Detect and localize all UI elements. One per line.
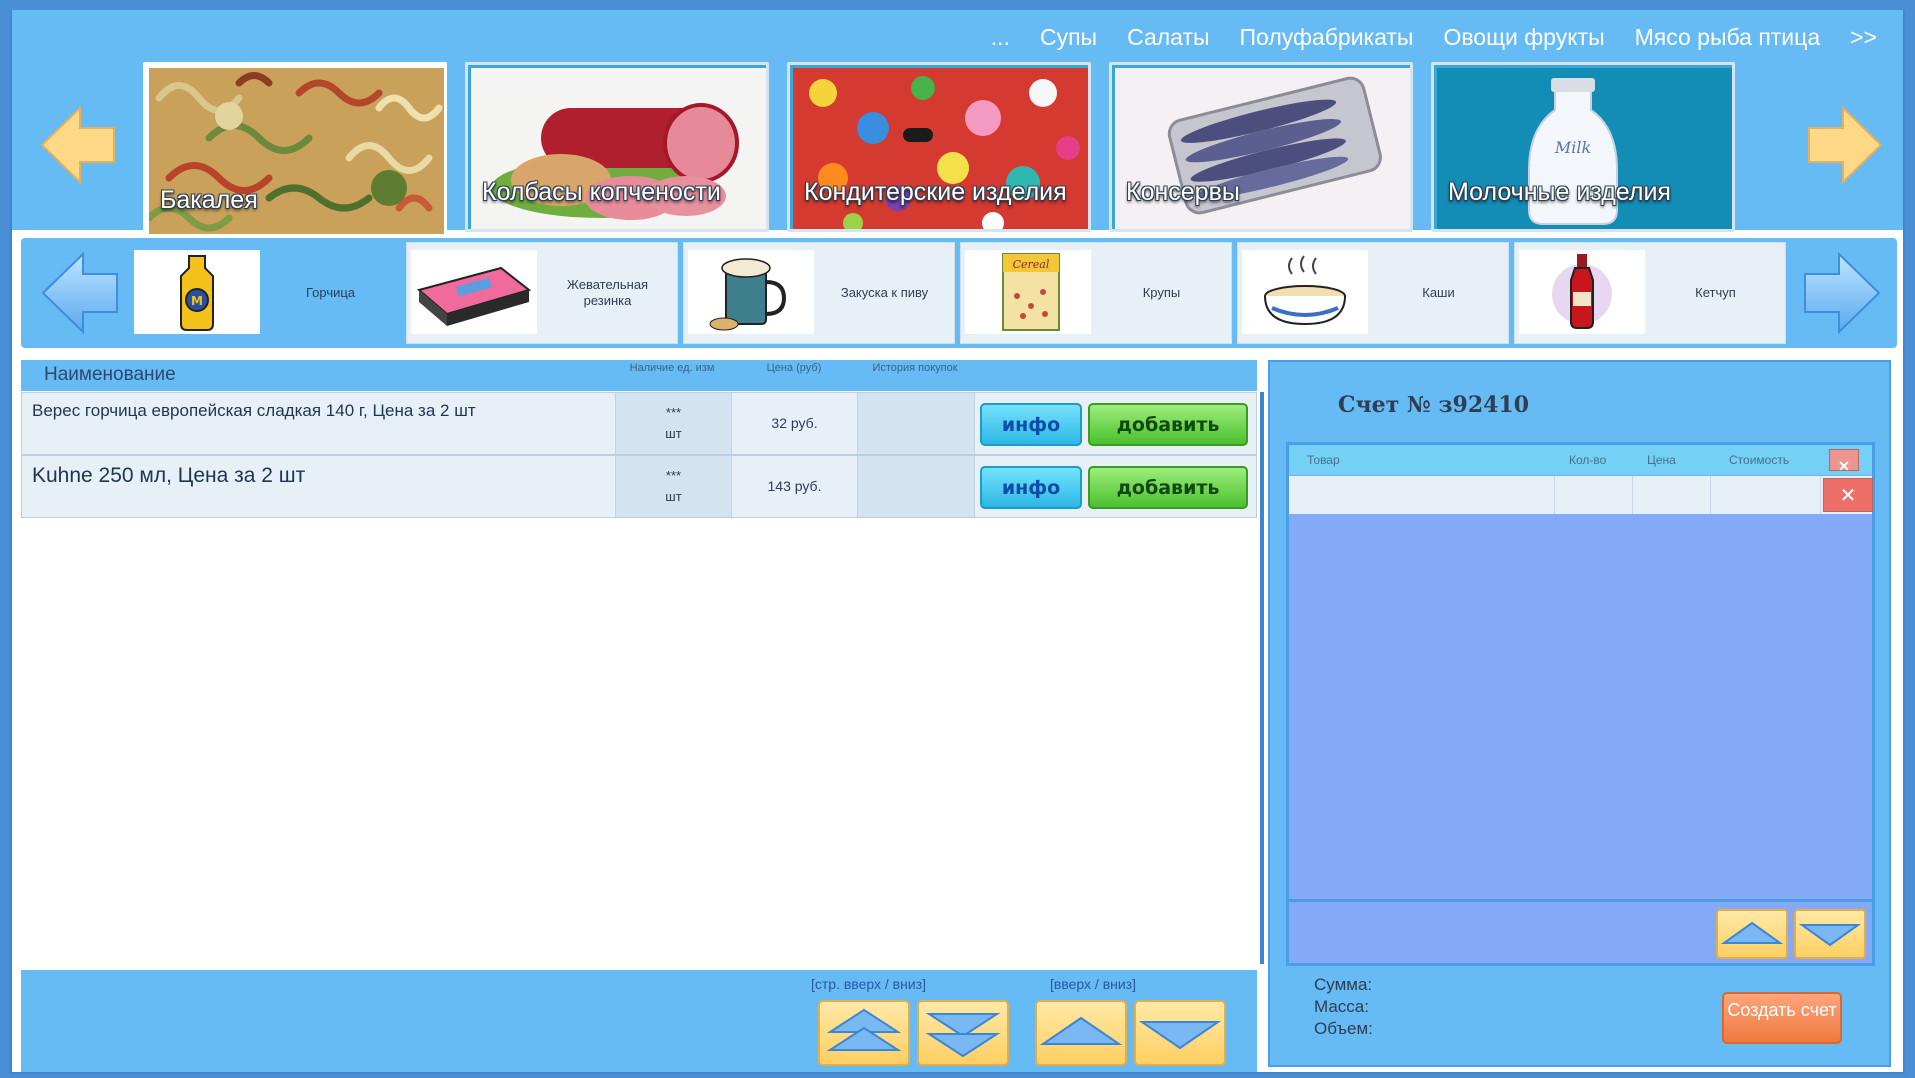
category-confectionery[interactable]: Кондитерские изделия [787,62,1091,232]
invoice-col-cost: Стоимость [1729,453,1790,467]
category-band: ... Супы Салаты Полуфабрикаты Овощи фрук… [12,10,1903,240]
top-nav-salads[interactable]: Салаты [1127,24,1209,51]
top-nav-more-right[interactable]: >> [1850,24,1877,51]
subcategory-band: M Горчица Жевательная резинка Закуска к … [21,238,1897,348]
category-label: Молочные изделия [1448,178,1671,206]
close-icon: ✕ [1839,483,1857,507]
product-history [858,393,975,454]
top-nav-more-left[interactable]: ... [991,24,1010,51]
top-nav-meat-fish-poultry[interactable]: Мясо рыба птица [1635,24,1821,51]
subcategory-mustard[interactable]: M Горчица [129,242,401,344]
top-nav-soups[interactable]: Супы [1040,24,1097,51]
subcategory-label: Крупы [1142,285,1181,300]
header-price: Цена (руб) [766,362,822,374]
product-stock: *** шт [616,456,732,517]
down-arrow-icon [1138,1021,1222,1050]
invoice-col-price: Цена [1647,453,1676,467]
volume-label: Объем: [1314,1019,1373,1038]
product-stock: *** шт [616,393,732,454]
info-button[interactable]: инфо [980,403,1082,446]
product-price: 143 руб. [732,456,858,517]
header-name: Наименование [44,364,176,385]
up-arrow-icon [1720,921,1784,944]
table-scrollbar[interactable] [1260,392,1264,964]
svg-text:Milk: Milk [1554,138,1591,157]
top-nav-semi-finished[interactable]: Полуфабрикаты [1240,24,1414,51]
porridge-bowl-icon [1242,250,1368,334]
pager-bar: [стр. вверх / вниз] [вверх / вниз] [21,970,1257,1072]
double-up-arrow-icon [826,1008,902,1051]
invoice-scroll-bar [1286,899,1875,966]
table-row[interactable]: Верес горчица европейская сладкая 140 г,… [21,392,1257,455]
subcategory-beer-snacks[interactable]: Закуска к пиву [683,242,955,344]
category-next-arrow-icon[interactable] [1805,100,1885,190]
invoice-panel: Счет № з92410 Товар Кол-во Цена Стоимост… [1268,360,1891,1067]
product-history [858,456,975,517]
add-button[interactable]: добавить [1088,466,1248,509]
product-name: Kuhne 250 мл, Цена за 2 шт [22,456,616,517]
page-up-button[interactable] [818,1000,910,1066]
cereal-box-icon: Cereal [965,250,1091,334]
down-arrow-icon [1798,924,1862,947]
ketchup-bottle-icon [1519,250,1645,334]
invoice-table[interactable]: Товар Кол-во Цена Стоимость ✕ ✕ [1286,442,1875,966]
mass-label: Масса: [1314,997,1369,1016]
up-arrow-icon [1039,1016,1123,1045]
product-price: 32 руб. [732,393,858,454]
subcategory-ketchup[interactable]: Кетчуп [1514,242,1786,344]
double-down-arrow-icon [925,1013,1001,1058]
clear-all-button[interactable]: ✕ [1829,449,1859,474]
header-history: История покупок [872,362,958,374]
header-stock: Наличие ед. изм [629,362,715,374]
line-up-button[interactable] [1035,1000,1127,1066]
table-row[interactable]: Kuhne 250 мл, Цена за 2 шт *** шт 143 ру… [21,455,1257,518]
invoice-title: Счет № з92410 [1338,392,1530,418]
add-button[interactable]: добавить [1088,403,1248,446]
svg-text:Cereal: Cereal [1013,258,1050,271]
sum-label: Сумма: [1314,975,1373,994]
subcategory-porridge[interactable]: Каши [1237,242,1509,344]
line-down-button[interactable] [1134,1000,1226,1066]
subcategory-label: Каши [1422,285,1455,300]
subcategory-label: Горчица [305,285,356,300]
subcategory-label: Закуска к пиву [840,285,929,300]
subcategory-label: Жевательная резинка [566,277,649,308]
subcategory-prev-arrow-icon[interactable] [39,248,121,338]
line-hint: [вверх / вниз] [1050,976,1136,992]
top-nav: ... Супы Салаты Полуфабрикаты Овощи фрук… [991,24,1877,51]
category-label: Кондитерские изделия [804,178,1067,206]
category-label: Бакалея [160,186,258,214]
invoice-scroll-down-button[interactable] [1794,909,1866,959]
invoice-col-qty: Кол-во [1569,453,1607,467]
subcategory-cereals[interactable]: Cereal Крупы [960,242,1232,344]
beer-mug-icon [688,250,814,334]
remove-row-button[interactable]: ✕ [1823,478,1873,512]
invoice-col-item: Товар [1307,453,1340,467]
category-label: Колбасы копчености [482,178,721,206]
create-invoice-button[interactable]: Создать счет [1722,992,1842,1044]
category-sausages[interactable]: Колбасы копчености [465,62,769,232]
product-name: Верес горчица европейская сладкая 140 г,… [22,393,616,454]
invoice-scroll-up-button[interactable] [1716,909,1788,959]
category-canned[interactable]: Консервы [1109,62,1413,232]
subcategory-chewing-gum[interactable]: Жевательная резинка [406,242,678,344]
invoice-totals: Сумма: Масса: Объем: [1314,974,1373,1040]
subcategory-next-arrow-icon[interactable] [1801,248,1883,338]
page-down-button[interactable] [917,1000,1009,1066]
subcategory-label: Кетчуп [1695,285,1736,300]
category-groceries[interactable]: Бакалея [143,62,447,240]
svg-text:M: M [191,294,203,308]
invoice-table-header: Товар Кол-во Цена Стоимость ✕ [1289,445,1872,475]
category-dairy[interactable]: Milk Молочные изделия [1431,62,1735,232]
top-nav-vegetables-fruits[interactable]: Овощи фрукты [1443,24,1604,51]
chewing-gum-icon [411,250,537,334]
category-prev-arrow-icon[interactable] [38,100,118,190]
page-hint: [стр. вверх / вниз] [811,976,926,992]
invoice-row[interactable]: ✕ [1289,476,1873,514]
info-button[interactable]: инфо [980,466,1082,509]
category-label: Консервы [1126,178,1240,206]
close-icon: ✕ [1838,458,1850,474]
mustard-icon: M [134,250,260,334]
product-table-header: Наименование Наличие ед. изм Цена (руб) … [21,360,1257,391]
